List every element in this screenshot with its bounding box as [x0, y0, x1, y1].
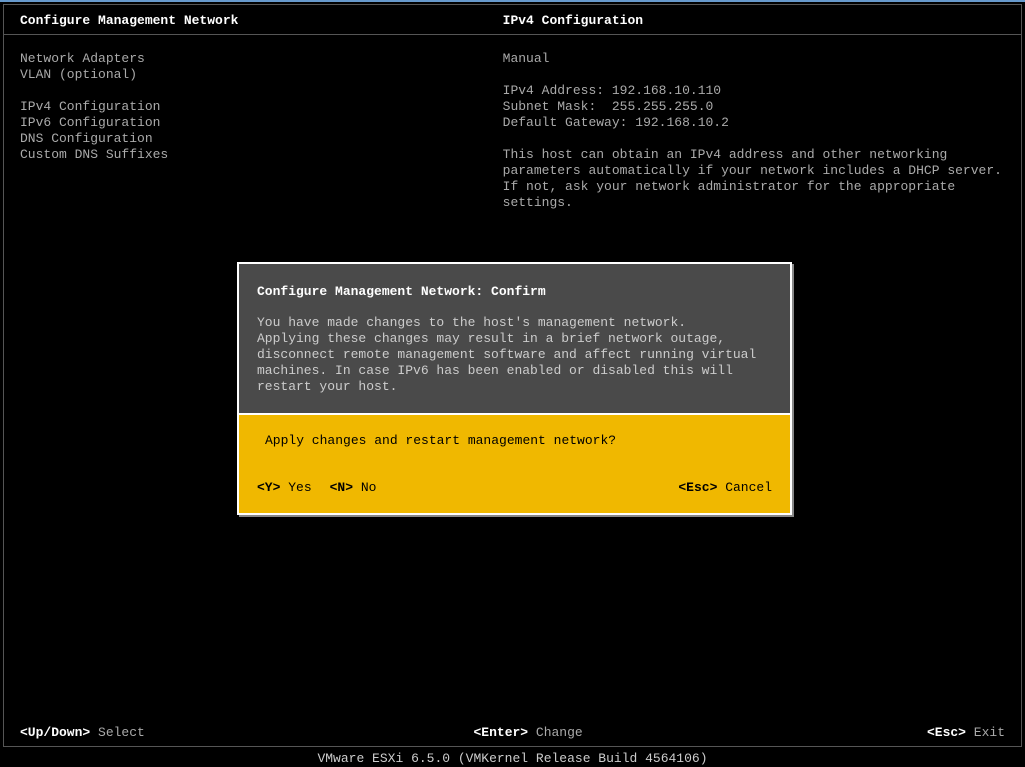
dialog-message: You have made changes to the host's mana… — [257, 315, 772, 395]
info-mask-value: 255.255.255.0 — [612, 99, 713, 114]
footer-row: <Up/Down> Select <Enter> Change <Esc> Ex… — [20, 725, 1005, 740]
menu-item-ipv4-config[interactable]: IPv4 Configuration — [20, 99, 503, 115]
footer-exit-text: Exit — [974, 725, 1005, 740]
confirm-dialog: Configure Management Network: Confirm Yo… — [237, 262, 792, 515]
info-gw-label: Default Gateway: — [503, 115, 628, 130]
info-gw-line: Default Gateway: 192.168.10.2 — [503, 115, 1005, 131]
menu-item-dns-config[interactable]: DNS Configuration — [20, 131, 503, 147]
status-bar: VMware ESXi 6.5.0 (VMKernel Release Buil… — [0, 747, 1025, 766]
content-row: Network Adapters VLAN (optional) IPv4 Co… — [4, 35, 1021, 211]
footer-hint-select: <Up/Down> Select — [20, 725, 473, 740]
menu-item-ipv6-config[interactable]: IPv6 Configuration — [20, 115, 503, 131]
info-mask-line: Subnet Mask: 255.255.255.0 — [503, 99, 1005, 115]
info-mode: Manual — [503, 51, 1005, 67]
footer-hint-exit: <Esc> Exit — [927, 725, 1005, 740]
dialog-question: Apply changes and restart management net… — [257, 433, 772, 448]
info-ipv4-value: 192.168.10.110 — [612, 83, 721, 98]
header-right-title: IPv4 Configuration — [503, 13, 643, 28]
hotkey-esc-dialog: <Esc> — [678, 480, 717, 495]
hotkey-y: <Y> — [257, 480, 280, 495]
menu-column: Network Adapters VLAN (optional) IPv4 Co… — [20, 51, 503, 211]
cancel-label: Cancel — [725, 480, 772, 495]
dialog-message-line2: Applying these changes may result in a b… — [257, 331, 772, 395]
info-gap — [503, 67, 1005, 83]
no-option[interactable]: <N> No — [330, 480, 377, 495]
menu-gap — [20, 83, 503, 99]
footer-select-text: Select — [98, 725, 145, 740]
hotkey-n: <N> — [330, 480, 353, 495]
info-ipv4-line: IPv4 Address: 192.168.10.110 — [503, 83, 1005, 99]
info-ipv4-label: IPv4 Address: — [503, 83, 604, 98]
dialog-body: Apply changes and restart management net… — [239, 413, 790, 513]
footer-hint-change: <Enter> Change — [473, 725, 926, 740]
window-top-border — [0, 0, 1025, 2]
header-row: Configure Management Network IPv4 Config… — [4, 5, 1021, 35]
hotkey-esc: <Esc> — [927, 725, 966, 740]
menu-item-network-adapters[interactable]: Network Adapters — [20, 51, 503, 67]
info-panel: Manual IPv4 Address: 192.168.10.110 Subn… — [503, 51, 1005, 211]
yes-option[interactable]: <Y> Yes — [257, 480, 312, 495]
info-gw-value: 192.168.10.2 — [635, 115, 729, 130]
footer-change-text: Change — [536, 725, 583, 740]
dialog-header: Configure Management Network: Confirm Yo… — [239, 264, 790, 413]
menu-item-custom-dns-suffixes[interactable]: Custom DNS Suffixes — [20, 147, 503, 163]
hotkey-enter: <Enter> — [473, 725, 528, 740]
no-label: No — [361, 480, 377, 495]
info-mask-label: Subnet Mask: — [503, 99, 597, 114]
dialog-message-line1: You have made changes to the host's mana… — [257, 315, 772, 331]
yes-label: Yes — [288, 480, 311, 495]
dialog-title: Configure Management Network: Confirm — [257, 284, 772, 299]
menu-item-vlan[interactable]: VLAN (optional) — [20, 67, 503, 83]
dialog-actions: <Y> Yes <N> No <Esc> Cancel — [257, 480, 772, 495]
cancel-option[interactable]: <Esc> Cancel — [678, 480, 772, 495]
hotkey-updown: <Up/Down> — [20, 725, 90, 740]
console-frame: Configure Management Network IPv4 Config… — [3, 4, 1022, 747]
header-left-title: Configure Management Network — [20, 13, 503, 28]
info-description: This host can obtain an IPv4 address and… — [503, 147, 1005, 211]
